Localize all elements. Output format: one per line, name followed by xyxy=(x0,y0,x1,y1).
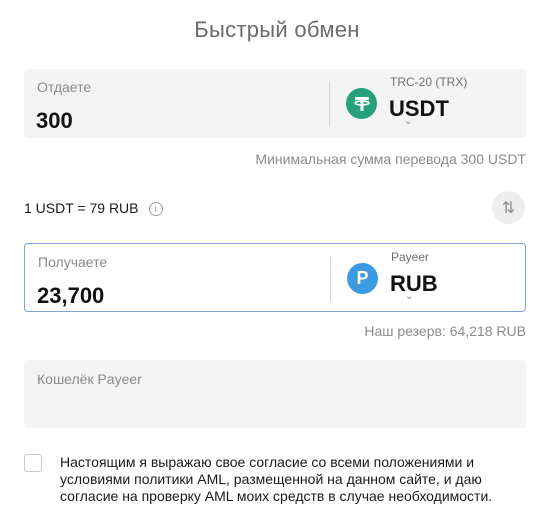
receive-network: Payeer xyxy=(391,250,430,264)
give-label: Отдаете xyxy=(37,79,92,95)
tether-icon xyxy=(346,88,377,119)
wallet-input[interactable] xyxy=(24,360,526,428)
reserve-note: Наш резерв: 64,218 RUB xyxy=(364,323,526,339)
swap-button[interactable]: ⇅ xyxy=(492,191,525,224)
give-amount[interactable]: 300 xyxy=(36,108,73,134)
consent-text: Настоящим я выражаю свое согласие со все… xyxy=(60,454,493,504)
divider xyxy=(329,81,330,127)
consent-checkbox[interactable] xyxy=(24,454,42,472)
give-field[interactable]: Отдаете 300 TRC-20 (TRX) USDT ⌄ xyxy=(24,69,526,138)
wallet-field[interactable] xyxy=(24,360,526,428)
receive-amount[interactable]: 23,700 xyxy=(37,283,104,309)
receive-currency-selector[interactable]: P Payeer RUB ⌄ xyxy=(343,244,523,311)
receive-label: Получаете xyxy=(38,254,108,270)
give-currency-selector[interactable]: TRC-20 (TRX) USDT ⌄ xyxy=(342,69,522,138)
info-icon[interactable]: i xyxy=(148,202,163,216)
chevron-down-icon: ⌄ xyxy=(404,116,413,127)
receive-currency-code: RUB xyxy=(390,271,438,296)
give-network: TRC-20 (TRX) xyxy=(390,75,468,89)
page-title: Быстрый обмен xyxy=(194,17,360,42)
exchange-rate-text: 1 USDT = 79 RUB xyxy=(24,200,139,216)
chevron-down-icon: ⌄ xyxy=(405,291,414,302)
divider xyxy=(330,256,331,302)
payeer-icon: P xyxy=(347,263,378,294)
swap-arrows-icon: ⇅ xyxy=(501,199,516,217)
exchange-rate: 1 USDT = 79 RUB i xyxy=(24,200,163,216)
min-amount-note: Минимальная сумма перевода 300 USDT xyxy=(255,151,526,167)
give-currency-code: USDT xyxy=(389,96,449,121)
receive-field[interactable]: Получаете 23,700 P Payeer RUB ⌄ xyxy=(24,243,526,312)
